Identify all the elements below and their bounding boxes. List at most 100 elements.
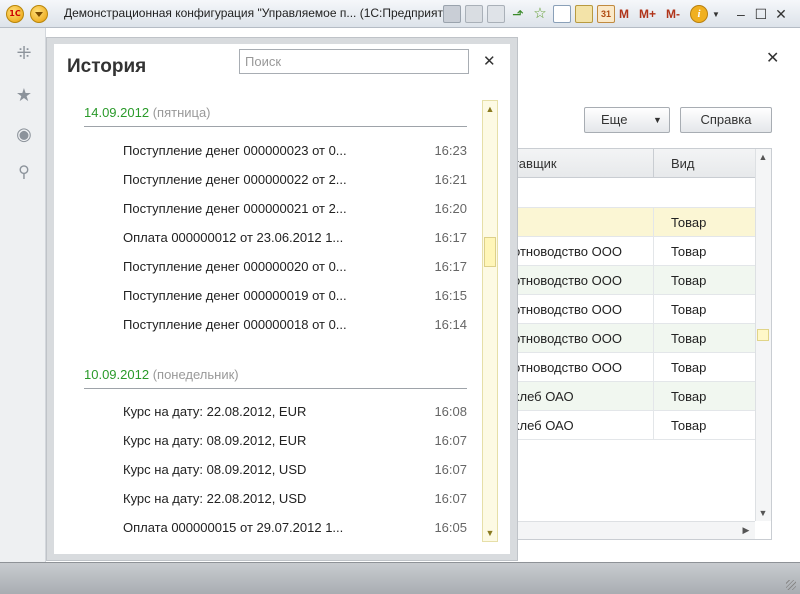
close-icon[interactable]: ✕: [772, 5, 790, 23]
column-divider: [653, 149, 654, 178]
info-icon[interactable]: i: [690, 5, 709, 23]
history-item-text: Поступление денег 000000022 от 2...: [123, 172, 347, 187]
help-button[interactable]: Справка: [680, 107, 772, 133]
column-divider: [653, 324, 654, 353]
history-weekday: (понедельник): [152, 367, 239, 382]
history-panel-body: История ✕ 14.09.2012 (пятница) Поступлен…: [54, 44, 510, 554]
navigate-icon[interactable]: ⬏: [509, 5, 527, 23]
history-date: 14.09.2012: [84, 105, 150, 120]
history-close-icon[interactable]: ✕: [483, 52, 496, 70]
history-item[interactable]: Курс на дату: 08.09.2012, EUR 16:07: [84, 426, 467, 455]
history-item-text: Поступление денег 000000018 от 0...: [123, 317, 347, 332]
history-item-text: Поступление денег 000000021 от 2...: [123, 201, 347, 216]
history-item[interactable]: Поступление денег 000000022 от 2... 16:2…: [84, 165, 467, 194]
preview-icon[interactable]: [487, 5, 505, 23]
history-item[interactable]: Поступление денег 000000023 от 0... 16:2…: [84, 136, 467, 165]
history-item-text: Курс на дату: 08.09.2012, USD: [123, 462, 307, 477]
cell-supplier: хлеб ОАО: [513, 389, 574, 404]
search-icon[interactable]: ⚲: [15, 164, 33, 182]
history-item-time: 16:21: [434, 172, 467, 187]
apps-icon[interactable]: ⁜: [15, 44, 33, 62]
history-date-header: 14.09.2012 (пятница): [84, 105, 467, 127]
history-item[interactable]: Поступление денег 000000021 от 2... 16:2…: [84, 194, 467, 223]
document-icon[interactable]: [553, 5, 571, 23]
history-item[interactable]: Курс на дату: 22.08.2012, USD 16:07: [84, 484, 467, 513]
history-item-text: Курс на дату: 08.09.2012, EUR: [123, 433, 307, 448]
history-item-text: Курс на дату: 22.08.2012, USD: [123, 491, 307, 506]
more-button-label: Еще: [601, 112, 628, 127]
info-dropdown-icon[interactable]: ▼: [712, 10, 720, 19]
history-item[interactable]: Поступление денег 000000020 от 0... 16:1…: [84, 252, 467, 281]
column-header-supplier[interactable]: тавщик: [513, 149, 557, 178]
form-close-icon[interactable]: ✕: [766, 48, 779, 68]
calendar-icon[interactable]: 31: [597, 5, 615, 23]
star-icon[interactable]: ★: [15, 86, 33, 104]
main-menu-dropdown-icon[interactable]: [30, 5, 48, 23]
cell-supplier: отноводство ООО: [513, 273, 622, 288]
scroll-thumb[interactable]: [484, 237, 496, 267]
history-item-time: 16:07: [434, 491, 467, 506]
history-list: 14.09.2012 (пятница) Поступление денег 0…: [84, 100, 467, 550]
minimize-icon[interactable]: –: [732, 5, 750, 23]
table-vertical-scrollbar[interactable]: ▲ ▼: [755, 149, 771, 521]
cell-kind: Товар: [671, 244, 707, 259]
history-item[interactable]: Курс на дату: 22.08.2012, EUR 16:08: [84, 397, 467, 426]
calculator-icon[interactable]: [575, 5, 593, 23]
memory-button[interactable]: M: [619, 7, 629, 21]
history-date-header: 10.09.2012 (понедельник): [84, 367, 467, 389]
scroll-up-icon[interactable]: ▲: [756, 150, 770, 164]
history-item-text: Поступление денег 000000023 от 0...: [123, 143, 347, 158]
cell-kind: Товар: [671, 418, 707, 433]
history-item-time: 16:07: [434, 462, 467, 477]
memory-add-button[interactable]: M+: [639, 7, 656, 21]
cell-kind: Товар: [671, 273, 707, 288]
history-item-time: 16:17: [434, 230, 467, 245]
memory-subtract-button[interactable]: M-: [666, 7, 680, 21]
history-vertical-scrollbar[interactable]: ▲ ▼: [482, 100, 498, 542]
print-icon[interactable]: [465, 5, 483, 23]
history-item[interactable]: Поступление денег 000000018 от 0... 16:1…: [84, 310, 467, 339]
history-panel: История ✕ 14.09.2012 (пятница) Поступлен…: [46, 37, 518, 561]
history-date: 10.09.2012: [84, 367, 150, 382]
column-divider: [653, 237, 654, 266]
history-item[interactable]: Поступление денег 000000019 от 0... 16:1…: [84, 281, 467, 310]
history-clock-icon[interactable]: ◉: [15, 125, 33, 143]
history-weekday: (пятница): [152, 105, 211, 120]
history-search-input[interactable]: [239, 49, 469, 74]
history-item-text: Поступление денег 000000020 от 0...: [123, 259, 347, 274]
status-bar: [0, 562, 800, 594]
history-item-text: Оплата 000000015 от 29.07.2012 1...: [123, 520, 344, 535]
history-item-time: 16:14: [434, 317, 467, 332]
history-item-time: 16:23: [434, 143, 467, 158]
more-button[interactable]: Еще ▼: [584, 107, 670, 133]
maximize-icon[interactable]: ☐: [752, 5, 770, 23]
app-logo-icon[interactable]: 1С: [6, 5, 24, 23]
history-item[interactable]: Оплата 000000015 от 29.07.2012 1... 16:0…: [84, 513, 467, 542]
resize-grip-icon[interactable]: [786, 580, 796, 590]
window-title: Демонстрационная конфигурация "Управляем…: [64, 6, 461, 20]
cell-kind: Товар: [671, 360, 707, 375]
history-item-time: 16:07: [434, 433, 467, 448]
scroll-thumb[interactable]: [757, 329, 769, 341]
history-item-time: 16:20: [434, 201, 467, 216]
cell-supplier: отноводство ООО: [513, 244, 622, 259]
history-item-text: Поступление денег 000000019 от 0...: [123, 288, 347, 303]
history-item-time: 16:05: [434, 520, 467, 535]
cell-supplier: отноводство ООО: [513, 302, 622, 317]
column-divider: [653, 353, 654, 382]
section-panel: ⁜ ★ ◉ ⚲: [0, 28, 46, 562]
history-title: История: [67, 56, 147, 77]
history-item-time: 16:08: [434, 404, 467, 419]
history-item[interactable]: Курс на дату: 08.09.2012, USD 16:07: [84, 455, 467, 484]
cell-supplier: отноводство ООО: [513, 331, 622, 346]
history-item-text: Курс на дату: 22.08.2012, EUR: [123, 404, 307, 419]
history-item-time: 16:17: [434, 259, 467, 274]
favorite-icon[interactable]: ☆: [531, 5, 549, 23]
save-icon[interactable]: [443, 5, 461, 23]
scroll-up-icon[interactable]: ▲: [483, 102, 497, 116]
column-header-kind[interactable]: Вид: [671, 149, 695, 178]
scroll-down-icon[interactable]: ▼: [756, 506, 770, 520]
scroll-right-icon[interactable]: ▶: [739, 523, 753, 537]
scroll-down-icon[interactable]: ▼: [483, 526, 497, 540]
history-item[interactable]: Оплата 000000012 от 23.06.2012 1... 16:1…: [84, 223, 467, 252]
